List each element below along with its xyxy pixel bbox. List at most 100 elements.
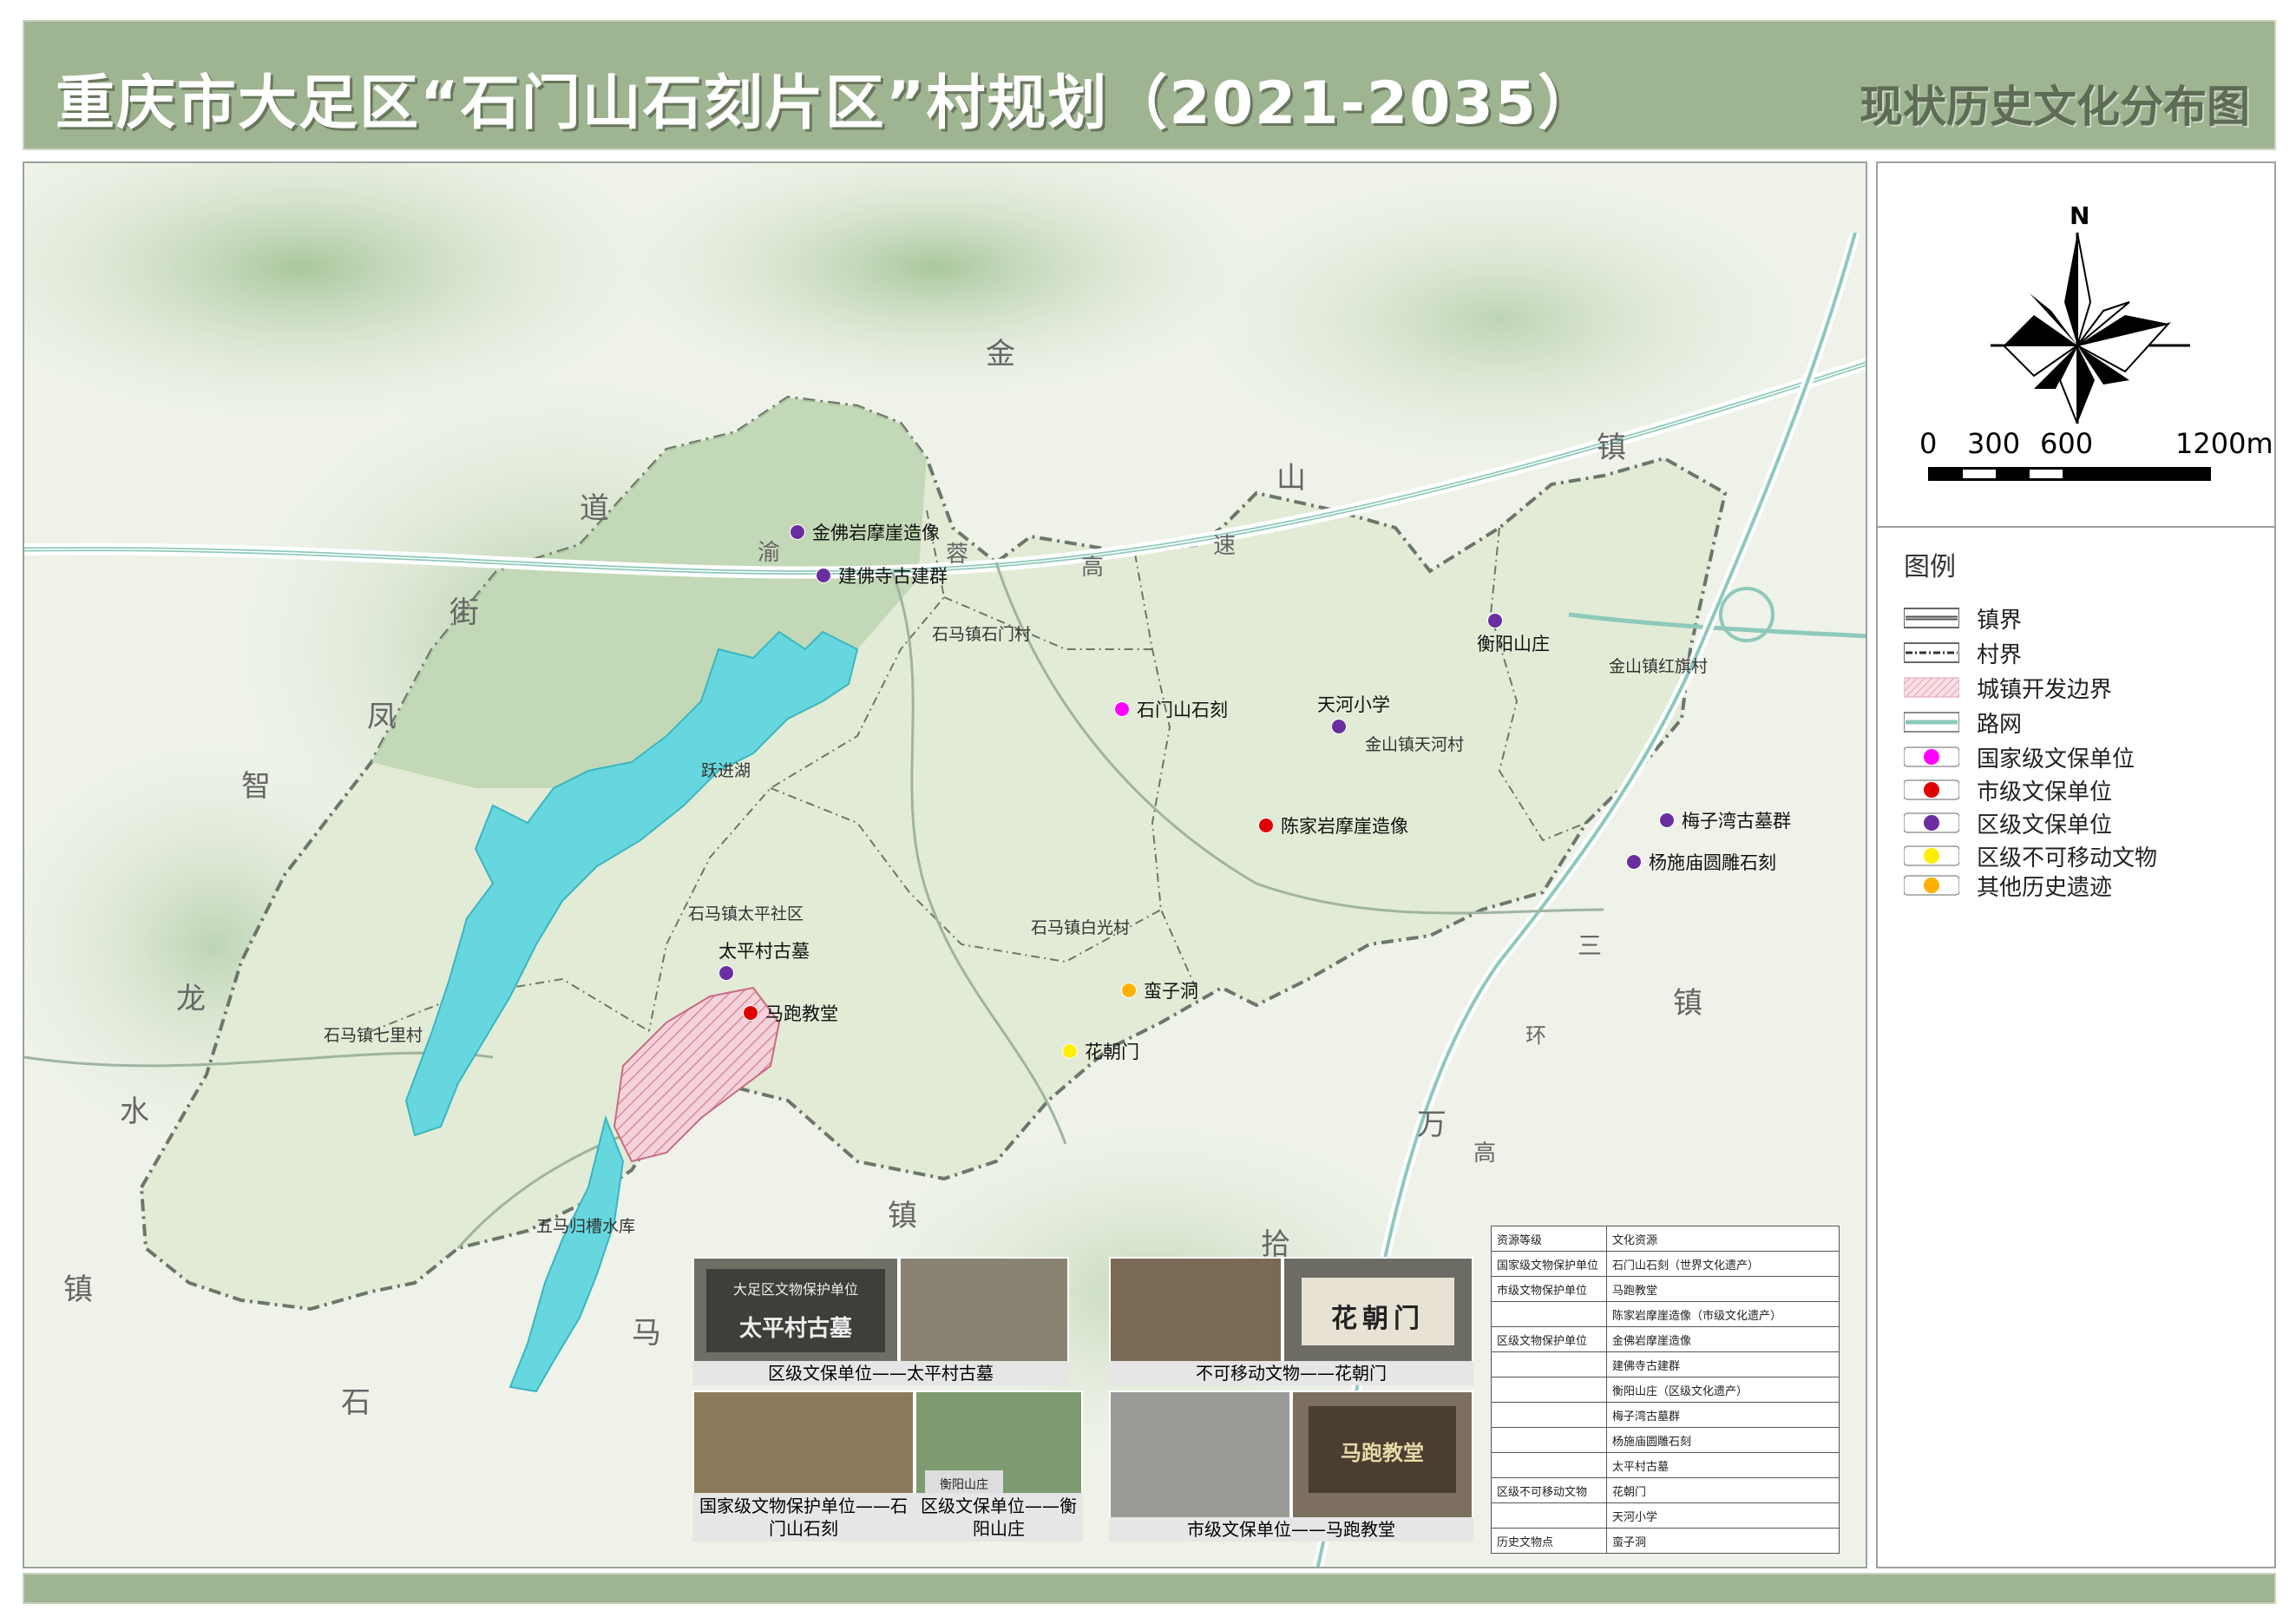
place-label: 环 [1525, 1023, 1546, 1048]
site-dot [790, 524, 805, 540]
legend-item: 路网 [1903, 708, 2022, 738]
table-row: 梅子湾古墓群 [1491, 1402, 1840, 1428]
place-label: 万 [1417, 1108, 1446, 1142]
photo-caption: 市级文保单位——马跑教堂 [1109, 1517, 1473, 1542]
place-label: 高 [1473, 1141, 1497, 1167]
photo-caption: 区级文保单位——太平村古墓 [692, 1361, 1069, 1385]
heritage-site-marker[interactable]: 太平村古墓 [718, 937, 810, 981]
place-label: 龙 [176, 982, 206, 1016]
site-dot [1331, 719, 1347, 734]
place-label: 蓉 [946, 542, 969, 568]
table-header-row: 资源等级 文化资源 [1491, 1226, 1840, 1252]
site-label: 蛮子洞 [1144, 981, 1198, 1002]
district-site-swatch [1903, 812, 1960, 834]
map-title: 重庆市大足区“石门山石刻片区”村规划（2021-2035） [56, 69, 1599, 138]
place-label: 镇 [888, 1199, 917, 1233]
legend-item: 村界 [1903, 639, 2023, 668]
photo-mapao-church [1109, 1391, 1291, 1521]
heritage-site-marker[interactable]: 衡阳山庄 [1477, 613, 1550, 656]
heritage-site-marker[interactable]: 建佛寺古建群 [816, 562, 948, 588]
heritage-site-marker[interactable]: 杨施庙圆雕石刻 [1626, 849, 1776, 875]
place-label: 镇 [1673, 986, 1702, 1021]
table-cell: 马跑教堂 [1606, 1276, 1840, 1302]
place-label: 金 [986, 337, 1015, 371]
table-cell: 区级不可移动文物 [1491, 1477, 1607, 1503]
legend-item: 其他历史遗迹 [1903, 871, 2113, 901]
table-cell: 蛮子洞 [1606, 1528, 1840, 1554]
table-cell: 陈家岩摩崖造像（市级文化遗产） [1606, 1301, 1840, 1327]
table-cell [1491, 1301, 1607, 1327]
photo-caption: 区级文保单位——衡阳山庄 [915, 1493, 1083, 1542]
table-cell: 花朝门 [1606, 1477, 1840, 1503]
site-label: 太平村古墓 [718, 941, 810, 962]
legend-label: 其他历史遗迹 [1977, 874, 2113, 901]
table-cell: 梅子湾古墓群 [1606, 1402, 1840, 1428]
scale-tick-label: 0 [1919, 427, 1937, 460]
table-cell [1491, 1427, 1607, 1453]
site-label: 花朝门 [1085, 1042, 1139, 1062]
heritage-site-marker[interactable]: 石门山石刻 [1114, 696, 1228, 722]
photo-caption: 不可移动文物——花朝门 [1109, 1361, 1473, 1385]
site-dot [1659, 812, 1675, 828]
table-cell: 太平村古墓 [1606, 1452, 1840, 1478]
heritage-site-marker[interactable]: 马跑教堂 [743, 1000, 838, 1026]
plaque: 马跑教堂 [1309, 1406, 1456, 1493]
legend-item: 区级文保单位 [1903, 809, 2112, 838]
site-dot [1114, 701, 1130, 717]
map-canvas[interactable]: 金 山 镇 道 街 凤 智 龙 水 镇 石 马 镇 拾 万 高 三 镇 环 速 … [23, 161, 1867, 1568]
town-boundary-swatch [1903, 607, 1960, 629]
site-dot [1626, 854, 1642, 870]
footer-bar [23, 1573, 2276, 1604]
table-cell: 历史文物点 [1491, 1528, 1607, 1554]
table-cell: 国家级文物保护单位 [1491, 1251, 1607, 1277]
site-label: 马跑教堂 [765, 1003, 838, 1024]
table-cell: 金佛岩摩崖造像 [1606, 1326, 1840, 1352]
place-label: 三 [1578, 931, 1603, 960]
legend-item: 市级文保单位 [1903, 776, 2112, 805]
place-label: 高 [1081, 555, 1105, 581]
place-label: 山 [1276, 461, 1306, 496]
site-label: 天河小学 [1317, 694, 1390, 715]
table-row: 市级文物保护单位 马跑教堂 [1491, 1276, 1840, 1302]
legend-item: 镇界 [1903, 604, 2023, 634]
legend-item: 区级不可移动文物 [1903, 842, 2157, 871]
plaque-heading: 大足区文物保护单位 [732, 1281, 858, 1298]
table-cell [1491, 1452, 1607, 1478]
heritage-site-marker[interactable]: 天河小学 [1317, 691, 1390, 734]
table-cell: 市级文物保护单位 [1491, 1276, 1607, 1302]
table-cell: 衡阳山庄（区级文化遗产） [1606, 1377, 1840, 1403]
heritage-site-marker[interactable]: 花朝门 [1062, 1038, 1139, 1064]
table-cell: 建佛寺古建群 [1606, 1351, 1840, 1377]
heritage-site-marker[interactable]: 蛮子洞 [1121, 977, 1198, 1003]
legend-label: 国家级文保单位 [1977, 746, 2135, 773]
place-label: 渝 [758, 540, 781, 566]
other-relic-swatch [1903, 874, 1960, 897]
legend-item: 城镇开发边界 [1903, 674, 2112, 703]
table-row: 杨施庙圆雕石刻 [1491, 1427, 1840, 1453]
site-label: 衡阳山庄 [1477, 634, 1550, 654]
village-label: 五马归槽水库 [536, 1217, 636, 1236]
heritage-site-marker[interactable]: 陈家岩摩崖造像 [1258, 812, 1408, 838]
place-label: 速 [1213, 533, 1237, 559]
photo-caption: 国家级文物保护单位——石门山石刻 [692, 1493, 915, 1542]
site-dot [816, 568, 831, 583]
plaque: 花朝门 [1302, 1278, 1454, 1345]
heritage-site-marker[interactable]: 梅子湾古墓群 [1659, 807, 1791, 833]
place-label: 镇 [63, 1272, 93, 1307]
table-row: 陈家岩摩崖造像（市级文化遗产） [1491, 1301, 1840, 1327]
table-row: 衡阳山庄（区级文化遗产） [1491, 1377, 1840, 1403]
table-cell [1491, 1377, 1607, 1403]
legend-label: 村界 [1977, 641, 2023, 668]
resource-table: 资源等级 文化资源 国家级文物保护单位 石门山石刻（世界文化遗产） 市级文物保护单… [1491, 1226, 1840, 1554]
heritage-site-marker[interactable]: 金佛岩摩崖造像 [790, 519, 940, 545]
site-dot [1487, 613, 1503, 628]
site-label: 陈家岩摩崖造像 [1281, 816, 1408, 837]
table-row: 建佛寺古建群 [1491, 1351, 1840, 1377]
place-label: 马 [632, 1316, 661, 1351]
table-cell: 杨施庙圆雕石刻 [1606, 1427, 1840, 1453]
table-header-cell: 文化资源 [1606, 1226, 1840, 1252]
table-row: 区级不可移动文物 花朝门 [1491, 1477, 1840, 1503]
legend-label: 镇界 [1977, 607, 2023, 634]
table-cell: 石门山石刻（世界文化遗产） [1606, 1251, 1840, 1277]
compass-rose-icon: N 0 300 600 1200m [1919, 201, 2273, 481]
